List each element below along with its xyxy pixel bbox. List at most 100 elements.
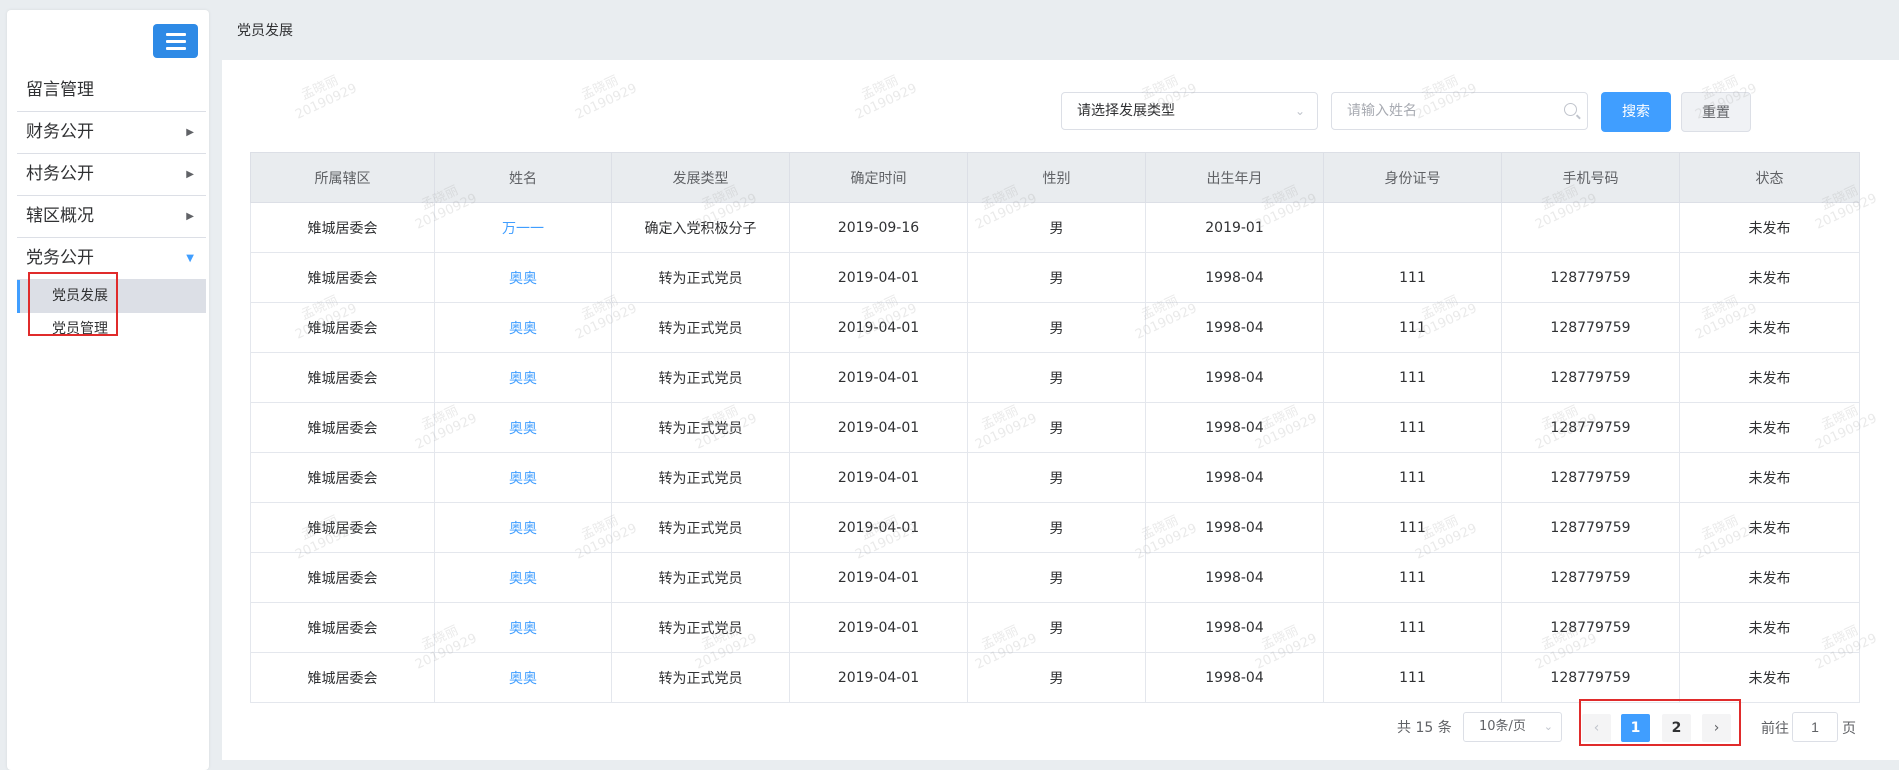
- table-cell: 1998-04: [1145, 252, 1324, 303]
- sidebar-item-label: 党务公开: [26, 248, 94, 268]
- table-cell: 128779759: [1501, 252, 1680, 303]
- table-row: 雉城居委会 奥奥 转为正式党员 2019-04-01 男 1998-04 111 128779…: [250, 652, 1860, 703]
- table-cell: 确定入党积极分子: [611, 202, 790, 253]
- sidebar-item-label: 留言管理: [26, 80, 94, 100]
- table-cell: 男: [967, 402, 1146, 453]
- pagination-total: 共 15 条: [1397, 720, 1452, 736]
- member-name-link[interactable]: 奥奥: [434, 652, 612, 703]
- table-cell: 128779759: [1501, 302, 1680, 353]
- member-name-link[interactable]: 奥奥: [434, 302, 612, 353]
- table-cell: 128779759: [1501, 652, 1680, 703]
- table-row: 雉城居委会 奥奥 转为正式党员 2019-04-01 男 1998-04 111 128779…: [250, 252, 1860, 303]
- table-cell: 128779759: [1501, 402, 1680, 453]
- table-cell: 未发布: [1679, 452, 1860, 503]
- table-cell: 1998-04: [1145, 352, 1324, 403]
- table-cell: 转为正式党员: [611, 602, 790, 653]
- member-name-link[interactable]: 奥奥: [434, 252, 612, 303]
- reset-button[interactable]: 重置: [1681, 92, 1751, 132]
- table-cell: 1998-04: [1145, 552, 1324, 603]
- table-cell: 2019-04-01: [789, 352, 968, 403]
- table-row: 雉城居委会 奥奥 转为正式党员 2019-04-01 男 1998-04 111 128779…: [250, 302, 1860, 353]
- table-cell: 雉城居委会: [250, 302, 435, 353]
- member-name-link[interactable]: 奥奥: [434, 602, 612, 653]
- sidebar-item-village-affairs[interactable]: 村务公开 ▶: [17, 154, 206, 196]
- table-cell: 2019-04-01: [789, 552, 968, 603]
- chevron-down-icon: ⌄: [1543, 720, 1553, 733]
- member-name-link[interactable]: 奥奥: [434, 552, 612, 603]
- member-table: 所属辖区 姓名 发展类型 确定时间 性别 出生年月 身份证号 手机号码 状态 雉…: [250, 152, 1860, 703]
- table-cell: 雉城居委会: [250, 202, 435, 253]
- table-cell: 男: [967, 652, 1146, 703]
- table-cell: 111: [1323, 302, 1502, 353]
- sidebar-item-finance[interactable]: 财务公开 ▶: [17, 112, 206, 154]
- table-cell: 128779759: [1501, 502, 1680, 553]
- table-cell: 男: [967, 202, 1146, 253]
- member-name-link[interactable]: 奥奥: [434, 502, 612, 553]
- member-name-link[interactable]: 奥奥: [434, 452, 612, 503]
- table-cell: 雉城居委会: [250, 452, 435, 503]
- table-cell: [1323, 202, 1502, 253]
- table-cell: 转为正式党员: [611, 402, 790, 453]
- table-cell: 雉城居委会: [250, 402, 435, 453]
- hamburger-icon: [165, 33, 186, 50]
- table-cell: 2019-01: [1145, 202, 1324, 253]
- table-cell: 男: [967, 452, 1146, 503]
- table-cell: 128779759: [1501, 452, 1680, 503]
- table-cell: 转为正式党员: [611, 552, 790, 603]
- table-cell: 111: [1323, 552, 1502, 603]
- table-cell: 未发布: [1679, 202, 1860, 253]
- table-cell: 1998-04: [1145, 452, 1324, 503]
- page-size-select[interactable]: 10条/页 ⌄: [1463, 712, 1562, 742]
- column-header: 发展类型: [611, 152, 790, 203]
- member-name-link[interactable]: 奥奥: [434, 402, 612, 453]
- search-button[interactable]: 搜索: [1601, 92, 1671, 132]
- table-cell: 男: [967, 252, 1146, 303]
- table-cell: 128779759: [1501, 552, 1680, 603]
- table-row: 雉城居委会 奥奥 转为正式党员 2019-04-01 男 1998-04 111 128779…: [250, 502, 1860, 553]
- goto-page-input[interactable]: [1792, 712, 1838, 742]
- table-cell: 雉城居委会: [250, 502, 435, 553]
- sidebar-item-label: 财务公开: [26, 122, 94, 142]
- table-row: 雉城居委会 奥奥 转为正式党员 2019-04-01 男 1998-04 111 128779…: [250, 352, 1860, 403]
- table-cell: 2019-04-01: [789, 652, 968, 703]
- table-cell: 111: [1323, 352, 1502, 403]
- table-cell: 1998-04: [1145, 502, 1324, 553]
- table-row: 雉城居委会 奥奥 转为正式党员 2019-04-01 男 1998-04 111 128779…: [250, 552, 1860, 603]
- table-cell: 2019-09-16: [789, 202, 968, 253]
- column-header: 性别: [967, 152, 1146, 203]
- chevron-down-icon: ⌄: [1294, 104, 1305, 118]
- member-name-link[interactable]: 万一一: [434, 202, 612, 253]
- table-cell: 2019-04-01: [789, 302, 968, 353]
- table-cell: 2019-04-01: [789, 452, 968, 503]
- table-cell: 未发布: [1679, 252, 1860, 303]
- table-cell: 男: [967, 552, 1146, 603]
- highlight-box-submenu: [28, 272, 118, 336]
- menu-toggle-button[interactable]: [153, 24, 198, 58]
- sidebar-item-district-overview[interactable]: 辖区概况 ▶: [17, 196, 206, 238]
- caret-down-icon: ▼: [186, 253, 194, 264]
- table-cell: 未发布: [1679, 302, 1860, 353]
- table-cell: 2019-04-01: [789, 502, 968, 553]
- breadcrumb: 党员发展: [237, 23, 293, 39]
- sidebar-item-messages[interactable]: 留言管理: [17, 70, 206, 112]
- member-name-link[interactable]: 奥奥: [434, 352, 612, 403]
- table-cell: 转为正式党员: [611, 652, 790, 703]
- table-row: 雉城居委会 万一一 确定入党积极分子 2019-09-16 男 2019-01 未发布: [250, 202, 1860, 253]
- table-cell: 雉城居委会: [250, 602, 435, 653]
- development-type-select[interactable]: 请选择发展类型 ⌄: [1061, 92, 1318, 130]
- column-header: 状态: [1679, 152, 1860, 203]
- column-header: 手机号码: [1501, 152, 1680, 203]
- table-cell: 未发布: [1679, 502, 1860, 553]
- table-cell: 未发布: [1679, 352, 1860, 403]
- search-icon: [1564, 103, 1577, 116]
- table-cell: 未发布: [1679, 402, 1860, 453]
- table-cell: 1998-04: [1145, 402, 1324, 453]
- sidebar: 留言管理 财务公开 ▶ 村务公开 ▶ 辖区概况 ▶ 党务公开 ▼ 党员发展 党员…: [7, 10, 209, 770]
- table-header-row: 所属辖区 姓名 发展类型 确定时间 性别 出生年月 身份证号 手机号码 状态: [250, 152, 1860, 203]
- table-cell: 男: [967, 352, 1146, 403]
- name-search-input[interactable]: [1331, 92, 1588, 130]
- table-cell: 转为正式党员: [611, 252, 790, 303]
- page-size-value: 10条/页: [1479, 719, 1526, 734]
- table-cell: 转为正式党员: [611, 302, 790, 353]
- table-cell: 1998-04: [1145, 652, 1324, 703]
